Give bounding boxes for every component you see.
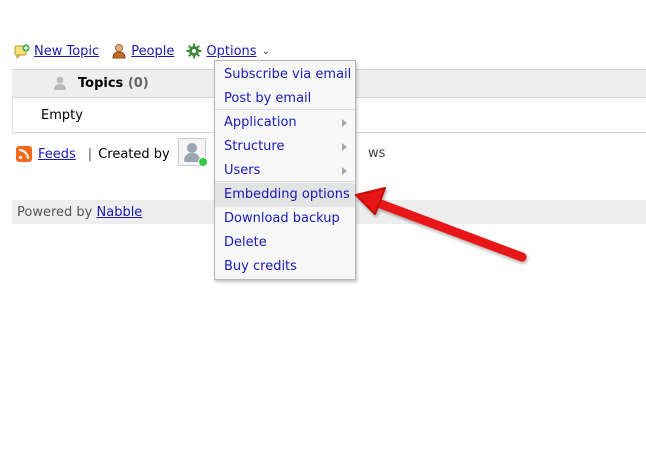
options-dropdown-menu: Subscribe via email Post by email Applic… (214, 60, 356, 280)
topics-title: Topics (0) (78, 76, 149, 91)
powered-by: Powered by Nabble (17, 205, 143, 220)
gear-icon (186, 43, 202, 59)
menu-item-application[interactable]: Application (215, 111, 355, 135)
created-by-label: Created by (98, 146, 170, 162)
menu-item-structure[interactable]: Structure (215, 135, 355, 159)
people-button[interactable]: People (111, 43, 174, 59)
menu-item-subscribe-via-email[interactable]: Subscribe via email (215, 63, 355, 87)
submenu-arrow-icon (342, 167, 347, 175)
empty-label: Empty (41, 108, 83, 123)
submenu-arrow-icon (342, 143, 347, 151)
online-status-icon (198, 157, 208, 167)
separator: | (87, 146, 93, 162)
nabble-link[interactable]: Nabble (97, 205, 143, 220)
options-button[interactable]: Options ⌄ (186, 43, 270, 59)
trailing-text: ws (368, 146, 386, 161)
person-icon (111, 43, 127, 59)
topics-count: (0) (127, 76, 149, 91)
people-link[interactable]: People (131, 44, 174, 59)
new-topic-link[interactable]: New Topic (34, 44, 99, 59)
rss-icon[interactable] (16, 146, 32, 162)
menu-item-download-backup[interactable]: Download backup (215, 207, 355, 231)
menu-item-post-by-email[interactable]: Post by email (215, 87, 355, 111)
menu-divider (215, 181, 355, 182)
menu-item-users[interactable]: Users (215, 159, 355, 183)
options-link[interactable]: Options (206, 44, 256, 59)
toolbar: New Topic People Options ⌄ (14, 42, 282, 60)
submenu-arrow-icon (342, 119, 347, 127)
new-topic-icon (14, 43, 30, 60)
feeds-row: Feeds | Created by ws (16, 138, 385, 167)
feeds-link[interactable]: Feeds (38, 147, 76, 162)
chevron-down-icon[interactable]: ⌄ (262, 46, 270, 57)
topics-person-icon (52, 75, 68, 91)
menu-divider (215, 109, 355, 110)
avatar-head (187, 143, 197, 153)
new-topic-button[interactable]: New Topic (14, 43, 99, 60)
menu-item-embedding-options[interactable]: Embedding options (215, 183, 355, 207)
menu-item-buy-credits[interactable]: Buy credits (215, 255, 355, 279)
avatar[interactable] (178, 138, 208, 167)
menu-item-delete[interactable]: Delete (215, 231, 355, 255)
